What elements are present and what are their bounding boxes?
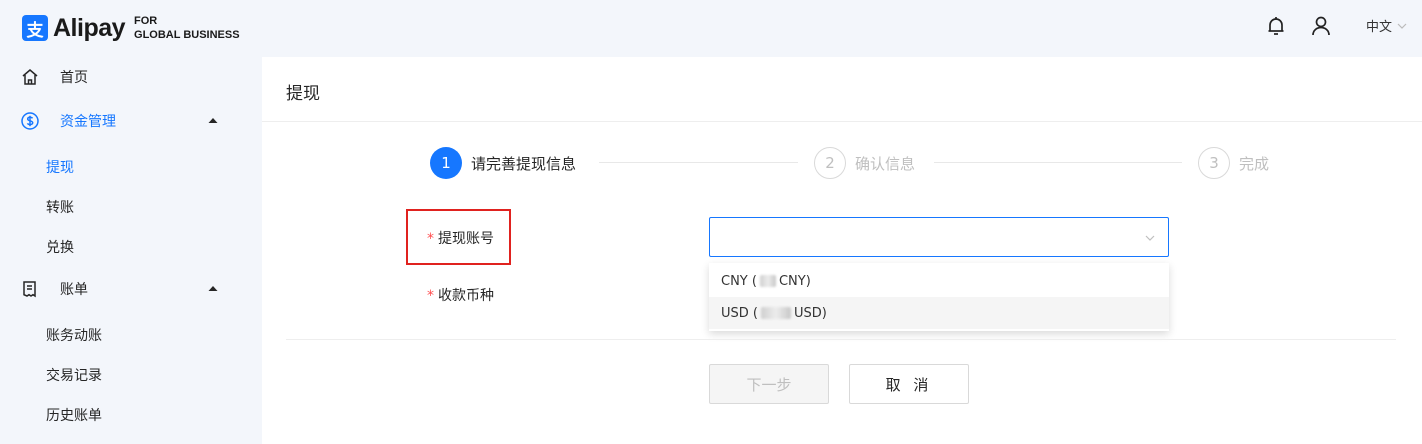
alipay-logo[interactable]: 支 Alipay FOR GLOBAL BUSINESS xyxy=(22,12,240,44)
option-prefix: USD ( xyxy=(721,305,758,321)
sidebar-subitem-account-activity[interactable]: 账务动账 xyxy=(46,325,102,345)
dollar-circle-icon xyxy=(21,112,39,130)
sidebar-subitem-transactions[interactable]: 交易记录 xyxy=(46,365,102,385)
sidebar-item-label: 账单 xyxy=(60,282,88,298)
home-icon xyxy=(22,69,38,85)
sidebar-item-label: 首页 xyxy=(60,70,88,86)
currency-label: * 收款币种 xyxy=(427,285,494,305)
masked-account-number xyxy=(759,275,776,287)
brand-subtitle: FOR GLOBAL BUSINESS xyxy=(134,14,240,42)
language-switcher[interactable]: 中文 xyxy=(1366,16,1408,35)
withdraw-account-label-text: 提现账号 xyxy=(438,231,494,247)
step-number: 1 xyxy=(430,147,462,179)
step-connector xyxy=(599,162,798,163)
brand-subtitle-line2: GLOBAL BUSINESS xyxy=(134,29,240,41)
page-title: 提现 xyxy=(286,84,320,104)
next-step-button[interactable]: 下一步 xyxy=(709,364,829,404)
required-mark: * xyxy=(427,231,434,247)
currency-label-text: 收款币种 xyxy=(438,288,494,304)
sidebar-item-funds[interactable]: 资金管理 xyxy=(0,101,262,141)
step-2: 2 确认信息 xyxy=(814,147,915,179)
required-mark: * xyxy=(427,288,434,304)
chevron-up-icon xyxy=(208,286,218,291)
step-number: 3 xyxy=(1198,147,1230,179)
step-label: 请完善提现信息 xyxy=(471,154,577,173)
cancel-button[interactable]: 取 消 xyxy=(849,364,969,404)
step-label: 确认信息 xyxy=(855,154,916,173)
step-number: 2 xyxy=(814,147,846,179)
chevron-down-icon xyxy=(1145,235,1155,241)
option-suffix: USD) xyxy=(793,305,827,321)
sidebar-subitem-exchange[interactable]: 兑换 xyxy=(46,237,74,257)
masked-account-number xyxy=(760,307,791,319)
divider xyxy=(262,121,1422,122)
divider xyxy=(286,339,1396,340)
bill-icon xyxy=(23,281,36,298)
option-suffix: CNY) xyxy=(778,273,811,289)
sidebar-subitem-history-bills[interactable]: 历史账单 xyxy=(46,405,102,425)
step-3: 3 完成 xyxy=(1198,147,1269,179)
chevron-down-icon xyxy=(1397,23,1407,29)
sidebar-item-bills[interactable]: 账单 xyxy=(0,269,262,309)
sidebar-item-label: 资金管理 xyxy=(60,114,116,130)
dropdown-option-cny[interactable]: CNY ( CNY) xyxy=(709,265,1169,297)
top-header: 支 Alipay FOR GLOBAL BUSINESS 中文 xyxy=(0,0,1422,57)
step-label: 完成 xyxy=(1239,154,1270,173)
alipay-logo-mark: 支 xyxy=(22,15,48,41)
sidebar-subitem-transfer[interactable]: 转账 xyxy=(46,197,74,217)
chevron-up-icon xyxy=(208,118,218,123)
user-icon[interactable] xyxy=(1309,14,1333,38)
sidebar-item-home[interactable]: 首页 xyxy=(0,57,262,97)
language-label: 中文 xyxy=(1366,20,1393,35)
option-prefix: CNY ( xyxy=(721,273,757,289)
dropdown-option-usd[interactable]: USD ( USD) xyxy=(709,297,1169,329)
brand-name: Alipay xyxy=(53,13,126,42)
withdraw-account-select[interactable] xyxy=(709,217,1169,257)
brand-subtitle-line1: FOR xyxy=(134,15,158,27)
main-content: 提现 1 请完善提现信息 2 确认信息 3 完成 * 提现账号 * 收款币种 CNY… xyxy=(262,57,1422,444)
sidebar-subitem-withdraw[interactable]: 提现 xyxy=(46,157,74,177)
sidebar: 首页 资金管理 提现 转账 兑换 账单 账务动账 交易记录 历史账单 xyxy=(0,57,262,444)
step-connector xyxy=(934,162,1182,163)
bell-icon[interactable] xyxy=(1264,14,1288,38)
withdraw-account-label: * 提现账号 xyxy=(427,228,494,248)
account-dropdown: CNY ( CNY) USD ( USD) xyxy=(709,263,1169,331)
step-1: 1 请完善提现信息 xyxy=(430,147,576,179)
